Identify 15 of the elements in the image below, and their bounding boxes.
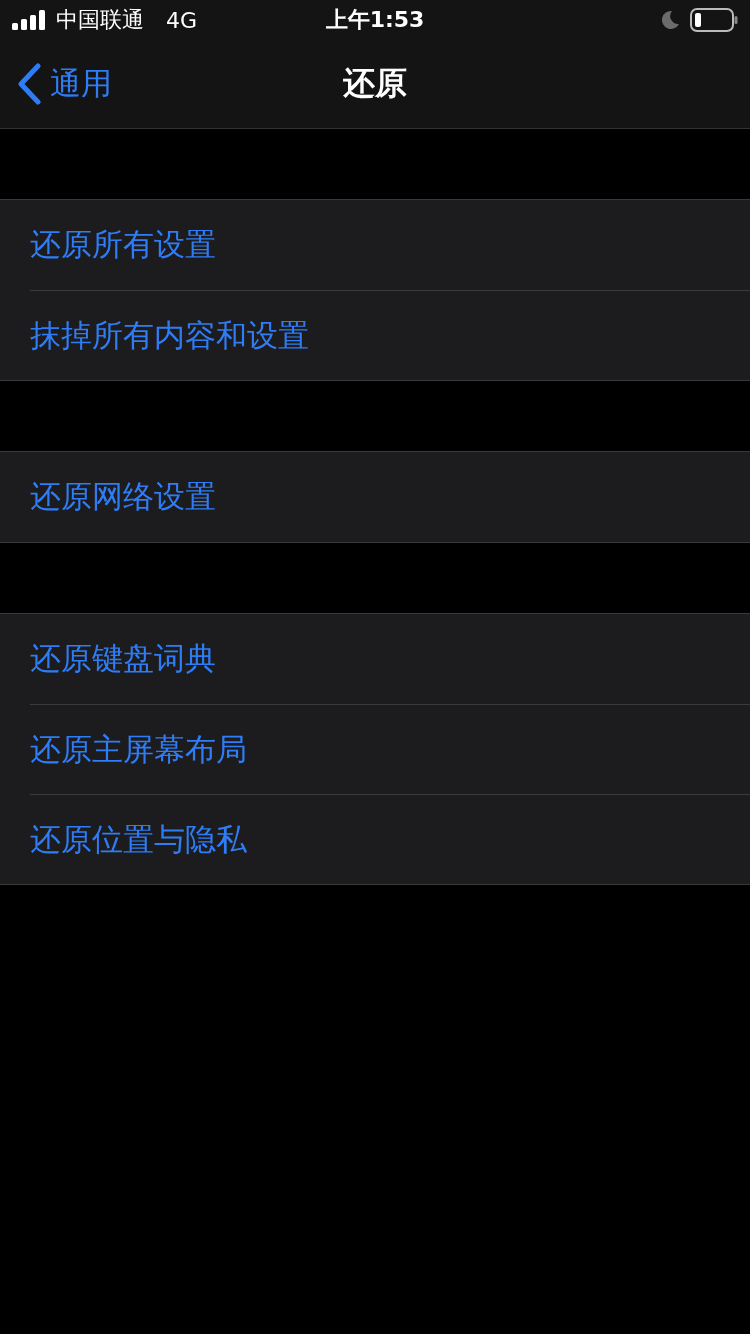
carrier-name: 中国联通 bbox=[56, 6, 144, 34]
battery-icon bbox=[690, 8, 738, 32]
page-title: 还原 bbox=[343, 63, 407, 104]
clock-time: 上午1:53 bbox=[325, 6, 425, 34]
chevron-left-icon bbox=[16, 63, 42, 105]
reset-option[interactable]: 还原键盘词典 bbox=[30, 614, 750, 704]
network-type: 4G bbox=[166, 7, 198, 33]
signal-icon bbox=[12, 10, 46, 30]
moon-icon bbox=[660, 10, 680, 30]
back-button[interactable]: 通用 bbox=[0, 63, 112, 105]
reset-option[interactable]: 还原主屏幕布局 bbox=[30, 704, 750, 794]
reset-option[interactable]: 还原位置与隐私 bbox=[30, 794, 750, 884]
reset-option[interactable]: 还原所有设置 bbox=[30, 200, 750, 290]
reset-option[interactable]: 抹掉所有内容和设置 bbox=[30, 290, 750, 380]
reset-option[interactable]: 还原网络设置 bbox=[30, 452, 750, 542]
